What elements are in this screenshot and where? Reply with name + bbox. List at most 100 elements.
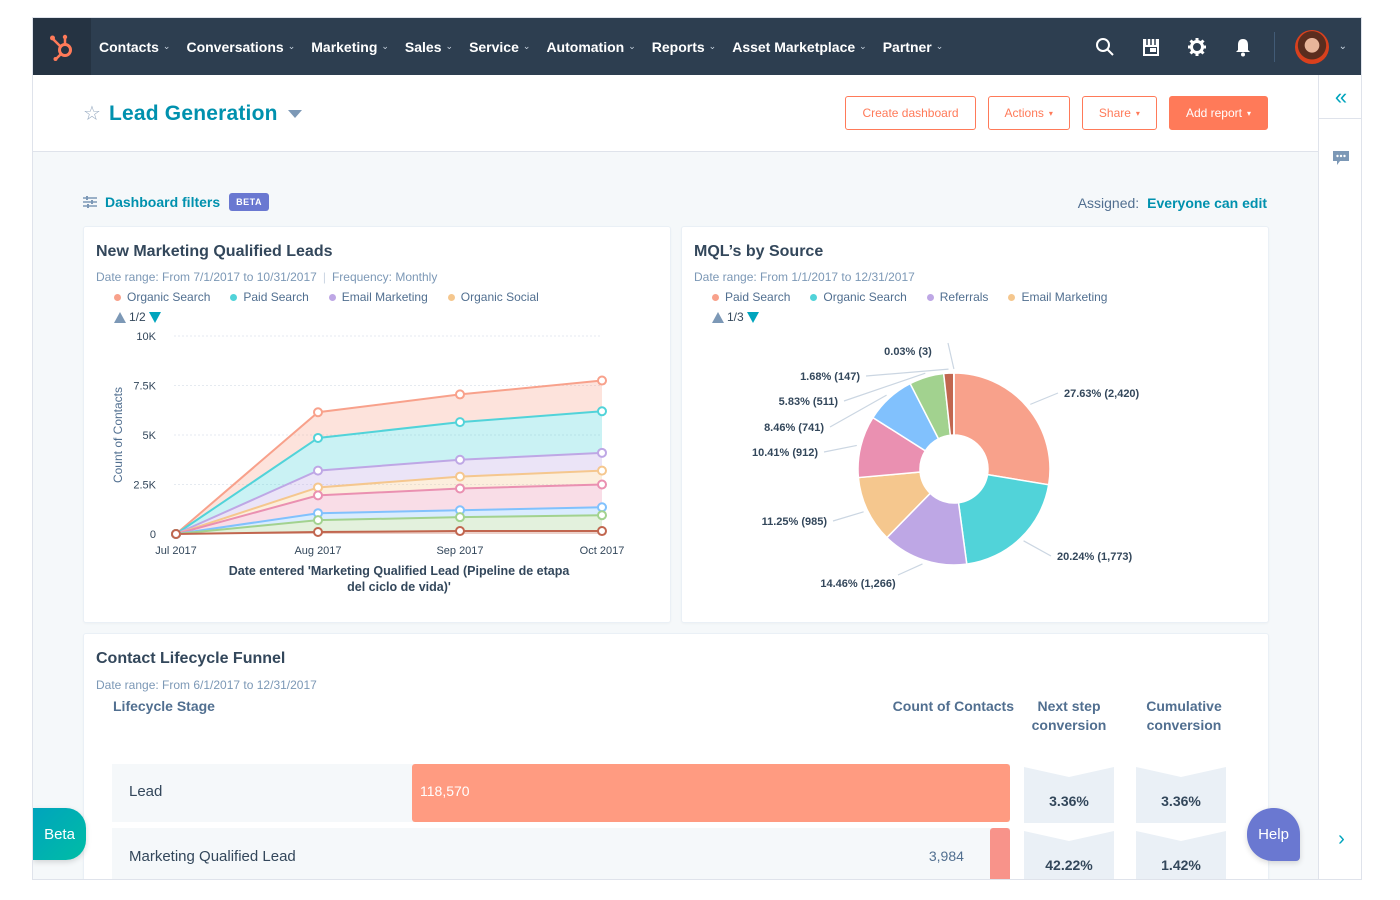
comments-button[interactable] — [1319, 149, 1361, 167]
report-card-mqls-by-source[interactable]: MQL’s by Source Date range: From 1/1/201… — [681, 226, 1269, 623]
top-navigation: Contacts ⌄ Conversations ⌄ Marketing ⌄ Sale… — [33, 18, 1361, 75]
pie-slice[interactable] — [953, 372, 1051, 486]
y-tick-label: 2.5K — [133, 480, 156, 492]
report-card-lifecycle-funnel[interactable]: Contact Lifecycle Funnel Date range: Fro… — [83, 633, 1269, 879]
data-point[interactable] — [313, 515, 323, 526]
data-point[interactable] — [597, 502, 607, 513]
hubspot-logo[interactable] — [33, 18, 91, 75]
search-button[interactable] — [1094, 36, 1116, 58]
nav-label: Sales — [404, 38, 442, 55]
help-button[interactable]: Help — [1247, 808, 1300, 861]
sprocket-icon — [50, 34, 72, 61]
funnel-bar[interactable]: 118,570 — [412, 764, 1010, 822]
pie-slice[interactable] — [957, 473, 1050, 565]
add-report-button[interactable]: Add report ▾ — [1168, 96, 1268, 130]
search-icon — [1095, 37, 1114, 56]
donut-chart: 27.63% (2,420) 20.24% (1,773) 14.46% (1,26… — [752, 342, 1140, 590]
chevron-down-icon: ⌄ — [287, 41, 296, 51]
nav-asset-marketplace[interactable]: Asset Marketplace ⌄ — [732, 39, 867, 55]
dashboard-switch-caret-icon[interactable] — [287, 109, 302, 118]
nav-reports[interactable]: Reports ⌄ — [652, 39, 716, 55]
data-point[interactable] — [313, 465, 323, 476]
x-tick-label: Jul 2017 — [155, 545, 197, 557]
beta-feedback-button[interactable]: Beta — [33, 808, 86, 860]
report-title: Contact Lifecycle Funnel — [96, 650, 286, 667]
marketplace-icon — [1142, 38, 1159, 56]
stage-label: Marketing Qualified Lead — [129, 848, 296, 865]
assigned-permission-link[interactable]: Everyone can edit — [1147, 195, 1267, 211]
y-tick-label: 7.5K — [133, 381, 156, 393]
data-point[interactable] — [597, 406, 607, 417]
nav-label: Partner — [882, 38, 932, 55]
data-point[interactable] — [455, 471, 465, 482]
data-point[interactable] — [597, 465, 607, 476]
chat-bubble-icon — [1333, 151, 1349, 165]
label-leader-line — [1023, 540, 1052, 557]
nav-contacts[interactable]: Contacts ⌄ — [99, 39, 170, 55]
account-chevron-icon[interactable]: ⌄ — [1339, 41, 1347, 52]
label-leader-line — [832, 511, 864, 522]
expand-panel-button[interactable]: › — [1319, 828, 1361, 851]
nav-automation[interactable]: Automation ⌄ — [546, 39, 635, 55]
nav-partner[interactable]: Partner ⌄ — [883, 39, 944, 55]
data-point[interactable] — [597, 479, 607, 490]
col-next-step-conversion: Next step conversion — [1031, 698, 1107, 733]
data-point[interactable] — [455, 526, 465, 537]
caret-down-icon: ▾ — [1135, 108, 1140, 118]
data-point[interactable] — [597, 510, 607, 521]
user-avatar[interactable] — [1294, 29, 1329, 64]
data-point[interactable] — [313, 527, 323, 538]
nav-label: Service — [469, 38, 519, 55]
data-point[interactable] — [455, 512, 465, 523]
slice-label: 14.46% (1,266) — [820, 578, 896, 590]
button-label: Add report — [1185, 106, 1242, 120]
share-button[interactable]: Share ▾ — [1081, 96, 1157, 130]
chevron-down-icon: ⌄ — [708, 41, 717, 51]
dashboard-header: ☆ Lead Generation Create dashboard Actio… — [33, 75, 1318, 152]
data-point[interactable] — [455, 483, 465, 494]
nav-label: Conversations — [186, 38, 284, 55]
label-leader-line — [1030, 392, 1059, 405]
y-axis-label: Count of Contacts — [111, 387, 125, 483]
report-card-new-mqls[interactable]: New Marketing Qualified Leads Date range… — [83, 226, 671, 623]
data-point[interactable] — [313, 482, 323, 493]
funnel-bar[interactable] — [989, 828, 1010, 879]
create-dashboard-button[interactable]: Create dashboard — [845, 96, 976, 130]
marketplace-button[interactable] — [1140, 36, 1162, 58]
dashboard-filters-button[interactable]: Dashboard filters BETA — [83, 193, 269, 211]
header-actions: Create dashboard Actions ▾ Share ▾ Add rep… — [833, 96, 1268, 130]
actions-button[interactable]: Actions ▾ — [987, 96, 1070, 130]
slice-label: 0.03% (3) — [884, 346, 932, 358]
data-point[interactable] — [597, 375, 607, 386]
dashboard-title[interactable]: Lead Generation — [109, 102, 278, 126]
nav-service[interactable]: Service ⌄ — [469, 39, 530, 55]
nav-sales[interactable]: Sales ⌄ — [405, 39, 453, 55]
slice-label: 20.24% (1,773) — [1057, 551, 1133, 563]
label-leader-line — [897, 563, 923, 576]
data-point[interactable] — [597, 447, 607, 458]
chevron-down-icon: ⌄ — [859, 41, 867, 51]
y-tick-label: 0 — [150, 529, 156, 541]
data-point[interactable] — [597, 526, 607, 537]
data-point[interactable] — [455, 417, 465, 428]
collapse-sidebar-button[interactable]: « — [1319, 75, 1361, 119]
next-step-conversion-cell: 42.22% — [1024, 831, 1114, 879]
nav-label: Reports — [651, 38, 705, 55]
data-point[interactable] — [313, 432, 323, 443]
nav-conversations[interactable]: Conversations ⌄ — [186, 39, 295, 55]
settings-button[interactable] — [1186, 36, 1208, 58]
cumulative-conversion-cell: 1.42% — [1136, 831, 1226, 879]
assigned-label: Assigned: — [1077, 195, 1140, 211]
favorite-star-icon[interactable]: ☆ — [83, 101, 101, 126]
nav-marketing[interactable]: Marketing ⌄ — [311, 39, 389, 55]
data-point[interactable] — [171, 529, 181, 539]
bar-value-label: 3,984 — [928, 848, 964, 864]
data-point[interactable] — [313, 407, 323, 418]
data-point[interactable] — [455, 389, 465, 400]
x-axis-label: del ciclo de vida)' — [347, 580, 451, 594]
data-point[interactable] — [313, 490, 323, 501]
notifications-button[interactable] — [1232, 36, 1254, 58]
x-axis-label: Date entered 'Marketing Qualified Lead (… — [229, 564, 571, 578]
right-sidebar: « › — [1318, 75, 1361, 879]
data-point[interactable] — [455, 454, 465, 465]
